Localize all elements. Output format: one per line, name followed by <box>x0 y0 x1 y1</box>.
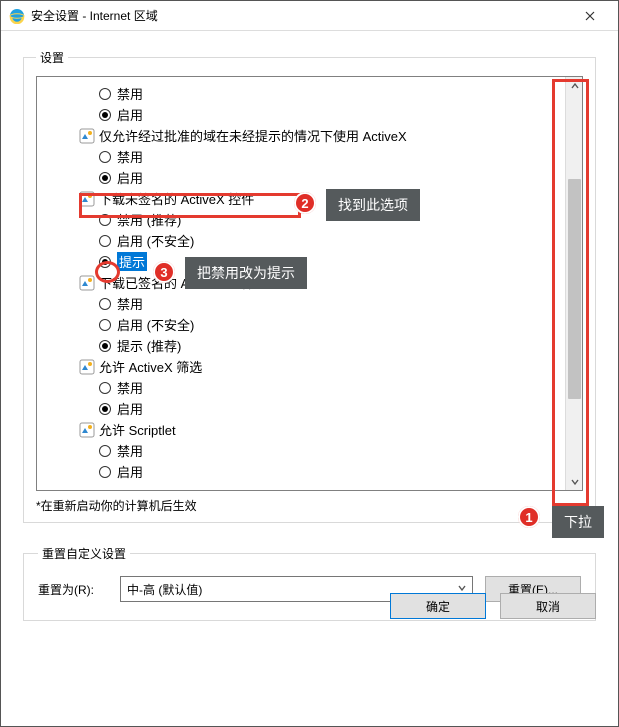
reset-legend: 重置自定义设置 <box>38 545 130 562</box>
tree-option[interactable]: 提示 <box>41 251 561 272</box>
tree-option[interactable]: 提示 (推荐) <box>41 335 561 356</box>
scroll-up-button[interactable] <box>566 77 583 94</box>
tree-option[interactable]: 启用 <box>41 461 561 482</box>
radio-icon <box>99 466 111 478</box>
radio-icon <box>99 109 111 121</box>
title-bar: 安全设置 - Internet 区域 <box>1 1 618 31</box>
tree-option-label: 启用 (不安全) <box>117 231 194 250</box>
radio-icon <box>99 214 111 226</box>
radio-icon <box>99 382 111 394</box>
activex-icon <box>79 422 95 438</box>
radio-icon <box>99 403 111 415</box>
radio-icon <box>99 235 111 247</box>
restart-footnote: *在重新启动你的计算机后生效 <box>36 497 583 514</box>
tree-header: 允许 ActiveX 筛选 <box>41 356 561 377</box>
tree-option-label: 启用 <box>117 105 143 124</box>
scrollbar[interactable] <box>565 77 582 490</box>
tree-header-label: 允许 ActiveX 筛选 <box>99 357 202 376</box>
tree-option-label: 禁用 (推荐) <box>117 210 181 229</box>
dialog-window: 安全设置 - Internet 区域 设置 禁用启用仅允许经过批准的域在未经提示… <box>0 0 619 727</box>
tree-option-label: 禁用 <box>117 378 143 397</box>
tree-option[interactable]: 启用 (不安全) <box>41 314 561 335</box>
tree-header-label: 允许 Scriptlet <box>99 420 176 439</box>
tree-option[interactable]: 禁用 <box>41 440 561 461</box>
window-title: 安全设置 - Internet 区域 <box>31 7 158 24</box>
settings-groupbox: 设置 禁用启用仅允许经过批准的域在未经提示的情况下使用 ActiveX禁用启用下… <box>23 49 596 523</box>
settings-tree: 禁用启用仅允许经过批准的域在未经提示的情况下使用 ActiveX禁用启用下载未签… <box>36 76 583 491</box>
tree-option[interactable]: 禁用 (推荐) <box>41 209 561 230</box>
settings-legend: 设置 <box>36 49 68 66</box>
cancel-button[interactable]: 取消 <box>500 593 596 619</box>
dialog-buttons: 确定 取消 <box>390 593 596 619</box>
tree-option[interactable]: 启用 (不安全) <box>41 230 561 251</box>
tree-option-label: 启用 (不安全) <box>117 315 194 334</box>
tree-option[interactable]: 禁用 <box>41 377 561 398</box>
tree-option[interactable]: 启用 <box>41 398 561 419</box>
ie-icon <box>9 8 25 24</box>
radio-icon <box>99 256 111 268</box>
radio-icon <box>99 298 111 310</box>
tree-option-label: 禁用 <box>117 84 143 103</box>
tree-option-label: 启用 <box>117 168 143 187</box>
close-button[interactable] <box>570 2 610 30</box>
chevron-up-icon <box>571 82 579 90</box>
reset-to-label: 重置为(R): <box>38 581 108 598</box>
activex-icon <box>79 275 95 291</box>
settings-tree-inner[interactable]: 禁用启用仅允许经过批准的域在未经提示的情况下使用 ActiveX禁用启用下载未签… <box>37 77 565 490</box>
tree-option-label: 提示 (推荐) <box>117 336 181 355</box>
activex-icon <box>79 128 95 144</box>
tree-header: 下载已签名的 ActiveX 控件 <box>41 272 561 293</box>
activex-icon <box>79 359 95 375</box>
activex-icon <box>79 191 95 207</box>
tree-option-label: 启用 <box>117 399 143 418</box>
tree-option-label: 禁用 <box>117 294 143 313</box>
radio-icon <box>99 151 111 163</box>
tree-option-label: 提示 <box>117 252 147 271</box>
chevron-down-icon <box>571 478 579 486</box>
radio-icon <box>99 445 111 457</box>
tree-option[interactable]: 禁用 <box>41 293 561 314</box>
tree-header: 允许 Scriptlet <box>41 419 561 440</box>
tree-header: 下载未签名的 ActiveX 控件 <box>41 188 561 209</box>
ok-button[interactable]: 确定 <box>390 593 486 619</box>
tree-header: 仅允许经过批准的域在未经提示的情况下使用 ActiveX <box>41 125 561 146</box>
tree-option-label: 禁用 <box>117 441 143 460</box>
radio-icon <box>99 172 111 184</box>
radio-icon <box>99 319 111 331</box>
dialog-body: 设置 禁用启用仅允许经过批准的域在未经提示的情况下使用 ActiveX禁用启用下… <box>1 31 618 635</box>
tree-option-label: 启用 <box>117 462 143 481</box>
tree-header-label: 仅允许经过批准的域在未经提示的情况下使用 ActiveX <box>99 126 407 145</box>
tree-header-label: 下载未签名的 ActiveX 控件 <box>99 189 254 208</box>
tree-header-label: 下载已签名的 ActiveX 控件 <box>99 273 254 292</box>
tree-option[interactable]: 启用 <box>41 104 561 125</box>
radio-icon <box>99 88 111 100</box>
tree-option[interactable]: 禁用 <box>41 146 561 167</box>
close-icon <box>585 11 595 21</box>
tree-option-label: 禁用 <box>117 147 143 166</box>
tree-option[interactable]: 禁用 <box>41 83 561 104</box>
reset-level-value: 中-高 (默认值) <box>127 581 202 598</box>
tree-option[interactable]: 启用 <box>41 167 561 188</box>
radio-icon <box>99 340 111 352</box>
scroll-thumb[interactable] <box>568 179 581 399</box>
scroll-down-button[interactable] <box>566 473 583 490</box>
